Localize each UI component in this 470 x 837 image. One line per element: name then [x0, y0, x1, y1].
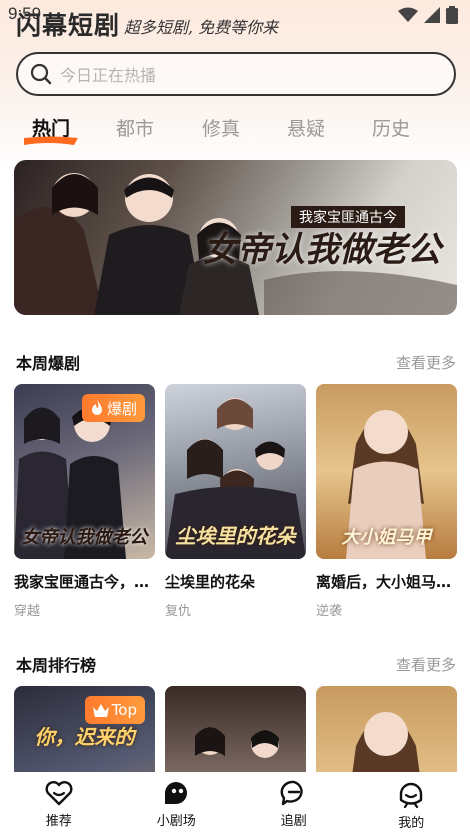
nav-label: 推荐	[45, 814, 72, 829]
nav-profile[interactable]: 我的	[353, 772, 470, 837]
featured-banner[interactable]: 我家宝匪通古今 女帝认我做老公	[14, 160, 457, 315]
drama-poster: 尘埃里的花朵	[165, 384, 306, 559]
heart-chat-icon	[45, 781, 73, 806]
badge-label: 爆剧	[106, 399, 137, 418]
poster-title-art: 你，迟来的	[34, 725, 135, 749]
section-title-weekly-hot: 本周爆剧	[16, 354, 81, 373]
card-genre-tag: 穿越	[14, 604, 41, 619]
status-icons	[398, 6, 458, 24]
app-slogan: 超多短剧, 免费等你来	[124, 18, 279, 37]
profile-icon	[400, 782, 423, 808]
banner-title: 女帝认我做老公	[203, 230, 441, 270]
status-time: 9:59	[8, 4, 42, 23]
signal-icon	[424, 7, 440, 23]
section-title-weekly-rank: 本周排行榜	[16, 656, 97, 675]
search-icon	[30, 63, 52, 85]
drama-poster: 爆剧 女帝认我做老公	[14, 384, 155, 559]
nav-recommend[interactable]: 推荐	[0, 772, 118, 837]
wifi-icon	[398, 7, 418, 22]
card-title: 尘埃里的花朵	[165, 573, 256, 591]
nav-label: 追剧	[280, 814, 307, 829]
nav-theater[interactable]: 小剧场	[118, 772, 236, 837]
drama-card[interactable]: 大小姐马甲 离婚后，大小姐马… 逆袭	[316, 384, 457, 619]
poster-title-art: 尘埃里的花朵	[175, 524, 296, 548]
poster-title-art: 大小姐马甲	[341, 527, 432, 548]
badge-label: Top	[111, 701, 137, 719]
nav-label: 小剧场	[156, 814, 196, 829]
crown-icon	[92, 703, 109, 717]
search-placeholder: 今日正在热播	[60, 66, 157, 85]
flame-icon	[91, 400, 102, 415]
nav-label: 我的	[398, 816, 425, 831]
tab-mystery[interactable]: 悬疑	[287, 114, 325, 141]
tab-city[interactable]: 都市	[116, 114, 154, 141]
nav-following[interactable]: 追剧	[235, 772, 353, 837]
search-bar[interactable]: 今日正在热播	[16, 52, 456, 96]
category-tabs: 热门 都市 修真 悬疑 历史	[16, 114, 456, 150]
top-badge: Top	[84, 696, 145, 724]
active-tab-indicator	[24, 136, 78, 145]
card-genre-tag: 复仇	[165, 604, 192, 619]
tab-xiuzhen[interactable]: 修真	[202, 114, 240, 141]
battery-icon	[446, 6, 458, 24]
card-genre-tag: 逆袭	[316, 604, 343, 619]
weekly-rank-more-link[interactable]: 查看更多	[396, 654, 456, 675]
weekly-hot-more-link[interactable]: 查看更多	[396, 352, 456, 373]
drama-poster: 大小姐马甲	[316, 384, 457, 559]
tab-history[interactable]: 历史	[372, 114, 410, 141]
drama-card[interactable]: 爆剧 女帝认我做老公 我家宝匣通古今，… 穿越	[14, 384, 155, 619]
chat-bubble-icon	[280, 780, 303, 806]
bottom-navigation: 推荐 小剧场 追剧 我的	[0, 772, 470, 837]
hot-badge: 爆剧	[81, 394, 145, 422]
card-title: 离婚后，大小姐马…	[316, 573, 452, 591]
drama-card[interactable]: 尘埃里的花朵 尘埃里的花朵 复仇	[165, 384, 306, 619]
poster-title-art: 女帝认我做老公	[21, 527, 148, 548]
theater-icon	[165, 782, 188, 804]
card-title: 我家宝匣通古今，…	[14, 573, 150, 591]
